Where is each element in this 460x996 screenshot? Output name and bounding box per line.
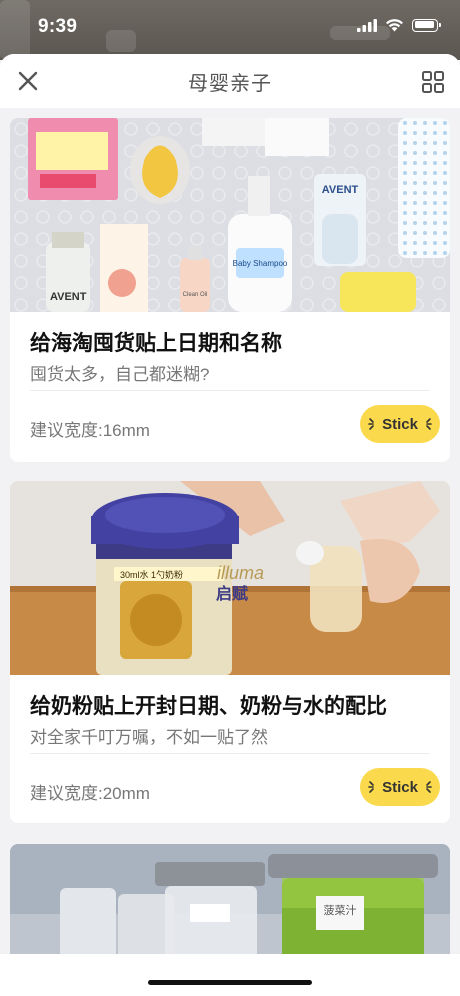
card-title: 给海淘囤货贴上日期和名称	[30, 332, 282, 355]
photo-label-baby-shampoo: Baby Shampoo	[233, 259, 288, 268]
sparkle-left-icon	[368, 781, 374, 793]
card-divider	[30, 753, 430, 754]
photo-label-qifu: 启赋	[216, 584, 248, 603]
milk-powder-photo: illuma 启赋 30ml水 1勺奶粉	[10, 481, 450, 675]
stick-button-label: Stick	[382, 778, 418, 796]
card-divider	[30, 390, 430, 391]
photo-label-clean-oil: Clean Oil	[183, 292, 208, 298]
home-indicator[interactable]	[148, 980, 312, 985]
nav-bar: 母婴亲子	[0, 54, 460, 108]
photo-label-avent-right: AVENT	[322, 184, 359, 196]
status-time: 9:39	[38, 16, 78, 37]
photo-label-avent-left: AVENT	[50, 291, 87, 303]
close-icon[interactable]	[16, 69, 40, 93]
sticker-card[interactable]: illuma 启赋 30ml水 1勺奶粉 给奶粉贴上开封日期、奶粉与水的配比 对…	[10, 481, 450, 823]
sparkle-right-icon	[426, 781, 432, 793]
status-icons	[357, 18, 441, 32]
card-photo-milk-powder: illuma 启赋 30ml水 1勺奶粉	[10, 481, 450, 675]
home-indicator-area	[0, 954, 460, 996]
photo-label-spinach-juice: 菠菜汁	[324, 904, 357, 917]
page-title: 母婴亲子	[188, 72, 272, 95]
photo-label-illuma: illuma	[217, 563, 264, 583]
baby-products-photo: AVENT Baby Shampoo Clean Oil AVENT	[10, 118, 450, 312]
card-subtitle: 囤货太多，自己都迷糊?	[30, 365, 210, 384]
sticker-card[interactable]: AVENT Baby Shampoo Clean Oil AVENT 给海淘囤货…	[10, 118, 450, 462]
card-subtitle: 对全家千叮万嘱，不如一贴了然	[30, 728, 268, 747]
card-title: 给奶粉贴上开封日期、奶粉与水的配比	[30, 695, 387, 718]
wifi-icon	[386, 19, 403, 32]
stick-button[interactable]: Stick	[360, 768, 440, 806]
grid-icon[interactable]	[422, 71, 444, 93]
cellular-signal-icon	[357, 18, 377, 32]
modal-sheet: 母婴亲子 AVENT Baby Shampoo Clean Oil AVENT …	[0, 54, 460, 996]
stick-button[interactable]: Stick	[360, 405, 440, 443]
sparkle-right-icon	[426, 418, 432, 430]
battery-icon	[412, 18, 441, 32]
card-width-hint: 建议宽度:16mm	[30, 421, 150, 440]
photo-label-ratio: 30ml水 1勺奶粉	[120, 569, 183, 580]
sparkle-left-icon	[368, 418, 374, 430]
card-width-hint: 建议宽度:20mm	[30, 784, 150, 803]
status-bar: 9:39	[0, 0, 460, 54]
stick-button-label: Stick	[382, 415, 418, 433]
app-screen: 9:39 母婴亲子 AVENT Baby Shampoo Clean Oil A…	[0, 0, 460, 996]
card-photo-baby-products: AVENT Baby Shampoo Clean Oil AVENT	[10, 118, 450, 312]
